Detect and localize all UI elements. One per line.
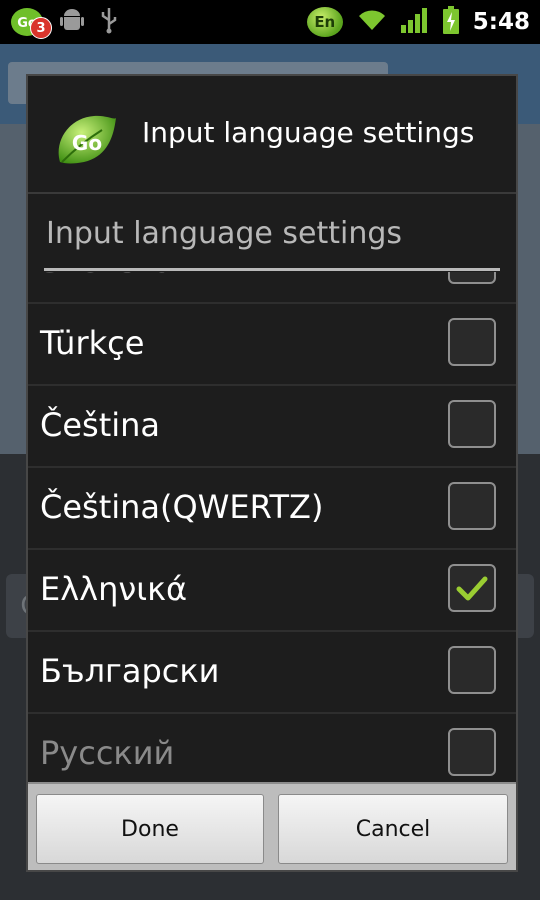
go-keyboard-notification-icon[interactable]: Go 3 — [10, 5, 52, 39]
android-debug-icon — [60, 7, 84, 37]
battery-charging-icon — [442, 6, 459, 38]
language-row[interactable]: Čeština — [28, 384, 516, 464]
go-keyboard-logo-icon: Go — [54, 112, 118, 168]
notification-count-badge: 3 — [30, 17, 52, 39]
language-checkbox[interactable] — [448, 272, 496, 284]
language-label: Čeština — [40, 406, 161, 444]
dialog-input-value: Input language settings — [46, 216, 403, 251]
language-row[interactable]: Svenska — [28, 272, 516, 300]
go-keyboard-ime-icon: En — [306, 7, 343, 37]
language-label: Ελληνικά — [40, 570, 188, 608]
language-label: Türkçe — [40, 324, 145, 362]
language-checkbox[interactable] — [448, 646, 496, 694]
done-button[interactable]: Done — [36, 794, 264, 864]
wifi-icon — [357, 8, 387, 36]
language-label: Русский — [40, 734, 175, 772]
svg-text:Go: Go — [72, 131, 102, 155]
dialog-button-bar: Done Cancel — [28, 782, 516, 870]
cancel-button[interactable]: Cancel — [278, 794, 508, 864]
status-time: 5:48 — [472, 9, 530, 35]
language-label: Български — [40, 652, 220, 690]
language-checkbox-checked[interactable] — [448, 564, 496, 612]
usb-icon — [98, 6, 120, 38]
language-label: Čeština(QWERTZ) — [40, 488, 324, 526]
language-label: Svenska — [40, 272, 173, 280]
input-language-dialog: Go Input language settings Input languag… — [26, 74, 518, 872]
language-checkbox[interactable] — [448, 482, 496, 530]
language-row[interactable]: Български — [28, 630, 516, 710]
language-checkbox[interactable] — [448, 400, 496, 448]
language-row[interactable]: Türkçe — [28, 302, 516, 382]
language-checkbox[interactable] — [448, 728, 496, 776]
language-row[interactable]: Čeština(QWERTZ) — [28, 466, 516, 546]
language-list[interactable]: Svenska Türkçe Čeština Čeština(QWERTZ) Ε… — [28, 272, 516, 782]
signal-icon — [400, 7, 429, 37]
status-bar: Go 3 En 5:48 — [0, 0, 540, 44]
dialog-input-field[interactable]: Input language settings — [44, 206, 500, 271]
language-row[interactable]: Русский — [28, 712, 516, 782]
dialog-header: Go Input language settings — [28, 76, 516, 194]
checkmark-icon — [456, 576, 488, 601]
language-checkbox[interactable] — [448, 318, 496, 366]
dialog-title: Input language settings — [142, 116, 475, 149]
language-row[interactable]: Ελληνικά — [28, 548, 516, 628]
